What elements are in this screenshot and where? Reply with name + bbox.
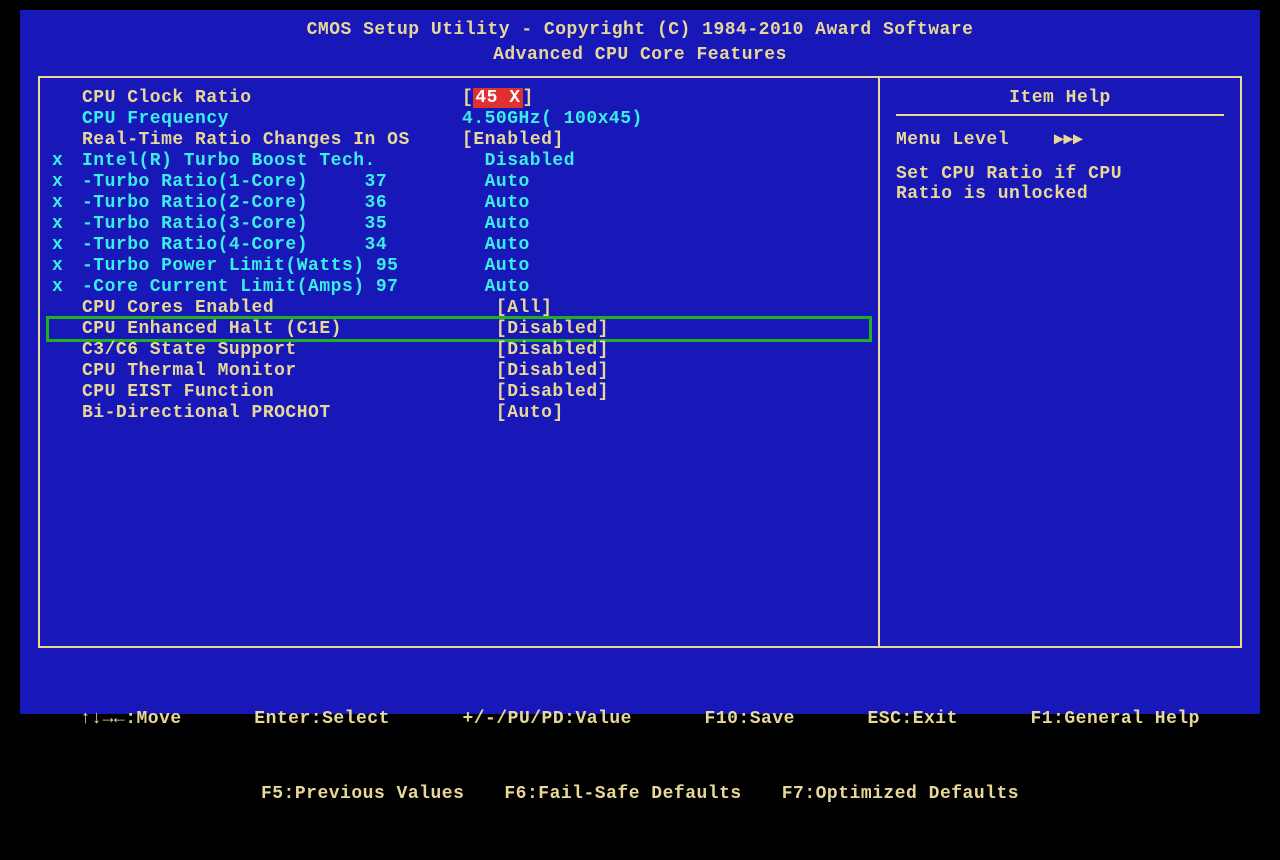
row-prefix: x [52,172,82,192]
setting-row[interactable]: x-Turbo Ratio(3-Core) 35 Auto [52,214,866,234]
setting-row[interactable]: Real-Time Ratio Changes In OS[Enabled] [52,130,866,150]
row-prefix [52,340,82,360]
setting-value[interactable]: [Auto] [462,403,564,423]
hint-failsafe: F6:Fail-Safe Defaults [504,782,741,807]
row-prefix [52,403,82,423]
setting-value[interactable]: 4.50GHz( 100x45) [462,109,643,129]
setting-row[interactable]: x-Turbo Ratio(2-Core) 36 Auto [52,193,866,213]
setting-row[interactable]: x-Turbo Power Limit(Watts) 95 Auto [52,256,866,276]
setting-label: -Turbo Ratio(4-Core) 34 [82,235,462,255]
setting-value[interactable]: Auto [462,172,530,192]
row-prefix: x [52,277,82,297]
row-prefix [52,361,82,381]
setting-row[interactable]: CPU Thermal Monitor [Disabled] [52,361,866,381]
header-subtitle: Advanced CPU Core Features [20,43,1260,68]
setting-label: CPU Cores Enabled [82,298,462,318]
setting-label: Intel(R) Turbo Boost Tech. [82,151,462,171]
setting-label: C3/C6 State Support [82,340,462,360]
setting-value[interactable]: [Disabled] [462,340,609,360]
setting-label: Real-Time Ratio Changes In OS [82,130,462,150]
help-pane: Item Help Menu Level ▸▸▸ Set CPU Ratio i… [880,78,1240,646]
main-box: CPU Clock Ratio[45 X] CPU Frequency4.50G… [38,76,1242,648]
setting-row[interactable]: CPU Clock Ratio[45 X] [52,88,866,108]
footer: ↑↓→←:Move Enter:Select +/-/PU/PD:Value F… [20,654,1260,860]
setting-row[interactable]: CPU Cores Enabled [All] [52,298,866,318]
setting-row[interactable]: x-Core Current Limit(Amps) 97 Auto [52,277,866,297]
setting-label: -Turbo Power Limit(Watts) 95 [82,256,462,276]
setting-value[interactable]: [Disabled] [462,361,609,381]
setting-value[interactable]: [45 X] [462,88,534,108]
row-prefix [52,298,82,318]
hint-value: +/-/PU/PD:Value [462,707,632,732]
setting-row[interactable]: x-Turbo Ratio(4-Core) 34 Auto [52,235,866,255]
setting-value[interactable]: Disabled [462,151,575,171]
setting-value[interactable]: Auto [462,193,530,213]
setting-label: CPU Enhanced Halt (C1E) [82,319,462,339]
row-prefix [52,382,82,402]
setting-label: -Core Current Limit(Amps) 97 [82,277,462,297]
bios-screen: CMOS Setup Utility - Copyright (C) 1984-… [20,10,1260,714]
hint-select: Enter:Select [254,707,390,732]
setting-row[interactable]: CPU Enhanced Halt (C1E) [Disabled] [52,319,866,339]
row-prefix: x [52,151,82,171]
setting-value[interactable]: [All] [462,298,552,318]
setting-label: CPU Frequency [82,109,462,129]
setting-row[interactable]: xIntel(R) Turbo Boost Tech. Disabled [52,151,866,171]
help-title: Item Help [896,88,1224,114]
row-prefix: x [52,256,82,276]
setting-value[interactable]: Auto [462,235,530,255]
hint-optimized: F7:Optimized Defaults [782,782,1019,807]
hint-help: F1:General Help [1030,707,1200,732]
row-prefix [52,130,82,150]
row-prefix: x [52,214,82,234]
bios-header: CMOS Setup Utility - Copyright (C) 1984-… [20,18,1260,72]
setting-row[interactable]: CPU Frequency4.50GHz( 100x45) [52,109,866,129]
setting-value[interactable]: [Enabled] [462,130,564,150]
setting-row[interactable]: Bi-Directional PROCHOT [Auto] [52,403,866,423]
settings-pane[interactable]: CPU Clock Ratio[45 X] CPU Frequency4.50G… [40,78,880,646]
row-prefix [52,319,82,339]
row-prefix: x [52,235,82,255]
hint-save: F10:Save [705,707,795,732]
setting-label: -Turbo Ratio(2-Core) 36 [82,193,462,213]
setting-row[interactable]: x-Turbo Ratio(1-Core) 37 Auto [52,172,866,192]
setting-row[interactable]: CPU EIST Function [Disabled] [52,382,866,402]
highlighted-setting: CPU Enhanced Halt (C1E) [Disabled] [46,316,872,342]
setting-value[interactable]: Auto [462,256,530,276]
footer-line2: F5:Previous Values F6:Fail-Safe Defaults… [50,782,1230,807]
setting-value[interactable]: [Disabled] [462,382,609,402]
setting-label: CPU Thermal Monitor [82,361,462,381]
setting-label: -Turbo Ratio(3-Core) 35 [82,214,462,234]
setting-label: CPU EIST Function [82,382,462,402]
help-line2: Ratio is unlocked [896,184,1224,204]
row-prefix [52,109,82,129]
help-line1: Set CPU Ratio if CPU [896,164,1224,184]
header-title: CMOS Setup Utility - Copyright (C) 1984-… [20,18,1260,43]
setting-value[interactable]: Auto [462,277,530,297]
setting-row[interactable]: C3/C6 State Support [Disabled] [52,340,866,360]
footer-line1: ↑↓→←:Move Enter:Select +/-/PU/PD:Value F… [50,707,1230,732]
hint-exit: ESC:Exit [867,707,957,732]
setting-label: CPU Clock Ratio [82,88,462,108]
row-prefix: x [52,193,82,213]
menu-level: Menu Level ▸▸▸ [896,128,1224,150]
setting-label: -Turbo Ratio(1-Core) 37 [82,172,462,192]
setting-value[interactable]: [Disabled] [462,319,609,339]
hint-previous: F5:Previous Values [261,782,464,807]
setting-value[interactable]: Auto [462,214,530,234]
row-prefix [52,88,82,108]
hint-move: ↑↓→←:Move [80,707,182,732]
setting-label: Bi-Directional PROCHOT [82,403,462,423]
help-body: Menu Level ▸▸▸ Set CPU Ratio if CPU Rati… [896,114,1224,218]
